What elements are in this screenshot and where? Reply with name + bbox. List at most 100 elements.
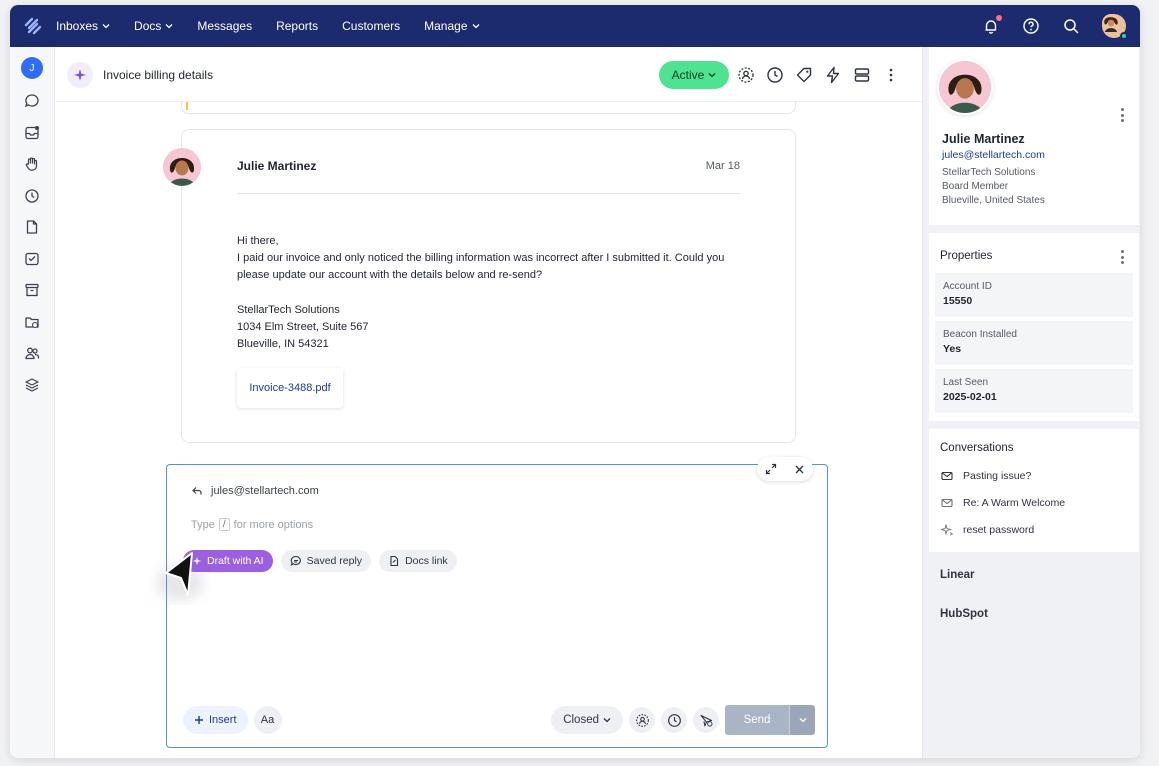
chevron-down-icon bbox=[165, 24, 173, 29]
rail-user-badge[interactable]: J bbox=[21, 57, 43, 79]
nav-inboxes[interactable]: Inboxes bbox=[56, 19, 110, 33]
send-clock-icon bbox=[700, 714, 712, 726]
header-actions bbox=[737, 66, 900, 84]
reply-to-line[interactable]: jules@stellartech.com bbox=[191, 485, 319, 497]
profile-more-icon[interactable] bbox=[1121, 108, 1125, 122]
schedule-send-button[interactable] bbox=[661, 707, 687, 733]
text-format-button[interactable]: Aa bbox=[253, 706, 282, 734]
address-street: 1034 Elm Street, Suite 567 bbox=[237, 320, 369, 333]
search-icon[interactable] bbox=[1062, 17, 1080, 35]
app-hubspot[interactable]: HubSpot bbox=[940, 608, 988, 620]
hand-icon[interactable] bbox=[24, 156, 40, 172]
conversation-item[interactable]: Pasting issue? bbox=[941, 470, 1031, 482]
envelope-icon bbox=[941, 471, 953, 481]
status-after-send-dropdown[interactable]: Closed bbox=[551, 706, 623, 734]
nav-right-actions bbox=[982, 5, 1128, 47]
ai-summary-button[interactable] bbox=[67, 62, 93, 88]
send-later-button[interactable] bbox=[693, 707, 719, 733]
layers-icon[interactable] bbox=[24, 377, 40, 393]
nav-manage[interactable]: Manage bbox=[424, 19, 479, 33]
message-paragraph: I paid our invoice and only noticed the … bbox=[237, 252, 725, 282]
layout-rows-icon[interactable] bbox=[853, 66, 871, 84]
tag-icon[interactable] bbox=[795, 66, 813, 84]
folder-clock-icon[interactable] bbox=[24, 314, 40, 330]
left-rail: J bbox=[10, 47, 55, 758]
avatar-photo-icon bbox=[939, 61, 991, 113]
archive-icon[interactable] bbox=[24, 282, 40, 298]
more-vertical-icon[interactable] bbox=[882, 66, 900, 84]
user-avatar[interactable] bbox=[1102, 14, 1128, 40]
conversation-header: Invoice billing details Active bbox=[56, 47, 922, 102]
customer-location: Blueville, United States bbox=[942, 195, 1045, 206]
app-linear[interactable]: Linear bbox=[940, 569, 975, 581]
conversations-card: Conversations Pasting issue? Re: A Warm … bbox=[929, 429, 1139, 552]
assign-user-icon bbox=[635, 713, 649, 727]
customer-avatar bbox=[937, 59, 993, 115]
status-after-send-label: Closed bbox=[563, 714, 599, 726]
clock-icon[interactable] bbox=[24, 188, 40, 204]
inbox-icon[interactable] bbox=[24, 125, 40, 141]
docs-link-button[interactable]: Docs link bbox=[379, 550, 457, 572]
conversation-item-label: Re: A Warm Welcome bbox=[963, 497, 1066, 509]
conversation-item-label: reset password bbox=[963, 524, 1035, 536]
send-options-button[interactable] bbox=[789, 705, 815, 735]
previous-message-card bbox=[181, 102, 796, 114]
customer-name: Julie Martinez bbox=[942, 132, 1025, 146]
status-dropdown-button[interactable]: Active bbox=[659, 61, 729, 89]
users-icon[interactable] bbox=[24, 345, 40, 361]
snooze-clock-icon[interactable] bbox=[766, 66, 784, 84]
assign-after-send-button[interactable] bbox=[629, 707, 655, 733]
mouse-cursor-icon bbox=[156, 552, 204, 601]
message-body: Hi there, I paid our invoice and only no… bbox=[237, 233, 740, 353]
inbox-check-icon[interactable] bbox=[24, 251, 40, 267]
nav-messages-label: Messages bbox=[197, 19, 253, 33]
nav-reports[interactable]: Reports bbox=[276, 19, 318, 33]
send-button[interactable]: Send bbox=[725, 705, 789, 735]
property-label: Beacon Installed bbox=[943, 329, 1017, 340]
close-icon[interactable] bbox=[794, 464, 805, 475]
nav-messages[interactable]: Messages bbox=[197, 19, 252, 33]
saved-reply-label: Saved reply bbox=[306, 555, 363, 567]
nav-docs-label: Docs bbox=[134, 19, 162, 33]
conversation-item[interactable]: reset password bbox=[941, 524, 1034, 536]
chevron-down-icon bbox=[102, 24, 110, 29]
address-company: StellarTech Solutions bbox=[237, 303, 340, 316]
app-window: Inboxes Docs Messages Reports Customers … bbox=[10, 5, 1140, 758]
reply-to-address: jules@stellartech.com bbox=[211, 485, 319, 497]
avatar-photo-icon bbox=[163, 148, 201, 186]
conversation-thread: Julie Martinez Mar 18 Hi there, I paid o… bbox=[56, 102, 922, 758]
sender-avatar bbox=[163, 148, 201, 186]
nav-customers[interactable]: Customers bbox=[342, 19, 400, 33]
property-value: 2025-02-01 bbox=[943, 391, 997, 403]
expand-icon[interactable] bbox=[765, 463, 777, 475]
lightning-icon[interactable] bbox=[824, 66, 842, 84]
document-icon[interactable] bbox=[24, 219, 40, 235]
helpscout-logo-icon[interactable] bbox=[10, 5, 56, 47]
property-row-beacon-installed: Beacon Installed Yes bbox=[935, 321, 1133, 365]
composer-body-input[interactable]: Type / for more options bbox=[191, 518, 313, 531]
composer-suggestion-chips: Draft with AI Saved reply Docs link bbox=[183, 550, 457, 572]
saved-reply-button[interactable]: Saved reply bbox=[280, 550, 372, 572]
notifications-button[interactable] bbox=[982, 15, 1002, 35]
conversation-item-label: Pasting issue? bbox=[963, 470, 1032, 482]
avatar-photo-icon bbox=[1102, 14, 1120, 32]
property-value: 15550 bbox=[943, 295, 973, 307]
nav-docs[interactable]: Docs bbox=[134, 19, 173, 33]
assign-user-icon[interactable] bbox=[737, 66, 755, 84]
insert-button[interactable]: Insert bbox=[183, 706, 248, 734]
address-city: Blueville, IN 54321 bbox=[237, 338, 329, 351]
conversation-item[interactable]: Re: A Warm Welcome bbox=[941, 497, 1065, 509]
chevron-down-icon bbox=[603, 718, 611, 723]
note-indicator bbox=[186, 102, 188, 110]
plus-icon bbox=[195, 716, 203, 724]
chat-bubble-icon[interactable] bbox=[24, 93, 40, 109]
clock-icon bbox=[667, 713, 681, 727]
property-label: Last Seen bbox=[943, 377, 989, 388]
help-icon[interactable] bbox=[1022, 17, 1040, 35]
property-row-last-seen: Last Seen 2025-02-01 bbox=[935, 369, 1133, 413]
attachment-link[interactable]: Invoice-3488.pdf bbox=[237, 368, 343, 408]
customer-email[interactable]: jules@stellartech.com bbox=[942, 149, 1045, 161]
notification-dot bbox=[996, 15, 1002, 21]
properties-more-icon[interactable] bbox=[1121, 250, 1125, 264]
docs-link-label: Docs link bbox=[405, 555, 448, 567]
